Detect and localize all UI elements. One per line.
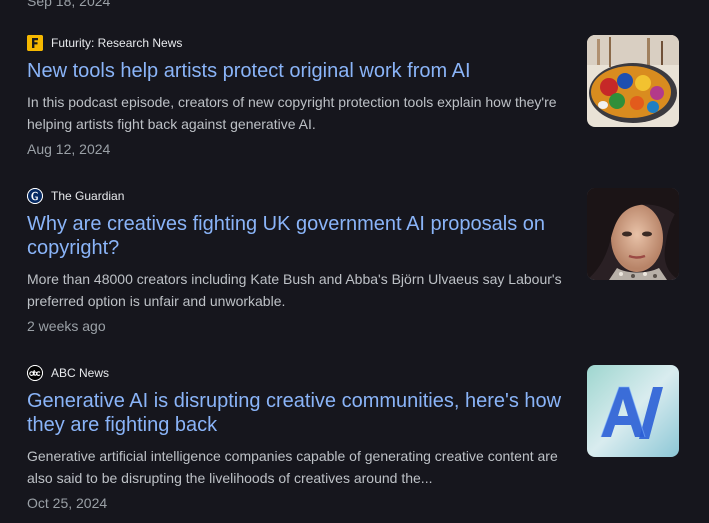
news-article[interactable]: Futurity: Research News New tools help a… bbox=[27, 35, 682, 159]
article-title-link[interactable]: Why are creatives fighting UK government… bbox=[27, 212, 567, 260]
article-title-link[interactable]: New tools help artists protect original … bbox=[27, 59, 567, 83]
article-source[interactable]: The Guardian bbox=[27, 188, 567, 204]
abc-news-logo-icon bbox=[27, 365, 43, 381]
article-source[interactable]: Futurity: Research News bbox=[27, 35, 567, 51]
article-snippet: More than 48000 creators including Kate … bbox=[27, 271, 562, 309]
news-article[interactable]: ABC News Generative AI is disrupting cre… bbox=[27, 365, 682, 513]
futurity-logo-icon bbox=[27, 35, 43, 51]
previous-article-date: Sep 18, 2024 bbox=[27, 0, 111, 9]
article-snippet: Generative artificial intelligence compa… bbox=[27, 448, 558, 486]
source-name: ABC News bbox=[51, 366, 110, 380]
portrait-thumbnail[interactable] bbox=[587, 188, 679, 280]
article-date: Aug 12, 2024 bbox=[27, 141, 111, 157]
article-title-link[interactable]: Generative AI is disrupting creative com… bbox=[27, 389, 567, 437]
article-date: Oct 25, 2024 bbox=[27, 495, 108, 511]
article-date: 2 weeks ago bbox=[27, 318, 106, 334]
news-results-page: Sep 18, 2024 Futurity: Research News New… bbox=[0, 0, 709, 523]
paint-palette-thumbnail[interactable] bbox=[587, 35, 679, 127]
source-name: The Guardian bbox=[51, 189, 125, 203]
article-snippet: In this podcast episode, creators of new… bbox=[27, 94, 557, 132]
source-name: Futurity: Research News bbox=[51, 36, 183, 50]
guardian-logo-icon bbox=[27, 188, 43, 204]
news-article[interactable]: The Guardian Why are creatives fighting … bbox=[27, 188, 682, 336]
article-source[interactable]: ABC News bbox=[27, 365, 567, 381]
ai-letters-thumbnail[interactable] bbox=[587, 365, 679, 457]
